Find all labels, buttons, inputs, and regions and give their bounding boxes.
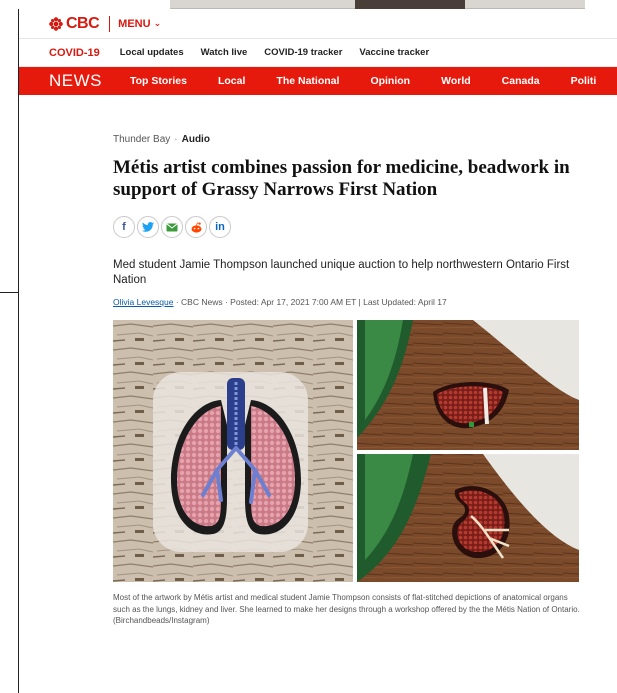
linkedin-icon[interactable]: in bbox=[209, 216, 231, 238]
breadcrumb-dot: · bbox=[174, 134, 178, 145]
covid-bar: COVID-19 Local updates Watch live COVID-… bbox=[19, 39, 617, 67]
menu-label: MENU bbox=[118, 17, 151, 30]
header-separator bbox=[109, 15, 111, 32]
background-window-strip bbox=[170, 0, 585, 9]
nav-canada[interactable]: Canada bbox=[502, 75, 540, 87]
section-link[interactable]: Thunder Bay bbox=[113, 134, 170, 145]
covid-link-local-updates[interactable]: Local updates bbox=[120, 47, 184, 58]
background-divider bbox=[0, 292, 18, 293]
byline: Olivia Levesque · CBC News · Posted: Apr… bbox=[113, 297, 583, 307]
nav-the-national[interactable]: The National bbox=[276, 75, 339, 87]
cbc-gem-icon bbox=[49, 16, 63, 31]
background-window-image bbox=[355, 0, 465, 9]
facebook-icon[interactable]: f bbox=[113, 216, 135, 238]
cbc-header: CBC MENU ⌄ bbox=[19, 9, 617, 39]
share-bar: f in bbox=[113, 216, 583, 238]
covid-link-watch-live[interactable]: Watch live bbox=[201, 47, 248, 58]
beadwork-photo bbox=[113, 320, 579, 582]
covid-link-tracker[interactable]: COVID-19 tracker bbox=[264, 47, 342, 58]
nav-politics[interactable]: Politi bbox=[571, 75, 597, 87]
cbc-logo[interactable]: CBC bbox=[49, 14, 100, 33]
nav-top-stories[interactable]: Top Stories bbox=[130, 75, 187, 87]
nav-world[interactable]: World bbox=[441, 75, 471, 87]
twitter-icon[interactable] bbox=[137, 216, 159, 238]
covid-link-vaccine-tracker[interactable]: Vaccine tracker bbox=[359, 47, 429, 58]
breadcrumb: Thunder Bay · Audio bbox=[113, 134, 583, 145]
nav-local[interactable]: Local bbox=[218, 75, 245, 87]
logo-text: CBC bbox=[66, 14, 100, 32]
reddit-icon[interactable] bbox=[185, 216, 207, 238]
news-label[interactable]: NEWS bbox=[49, 71, 102, 91]
news-nav: NEWS Top Stories Local The National Opin… bbox=[19, 67, 617, 95]
covid-tag: COVID-19 bbox=[49, 46, 100, 59]
email-icon[interactable] bbox=[161, 216, 183, 238]
nav-opinion[interactable]: Opinion bbox=[370, 75, 410, 87]
background-window-edge bbox=[0, 0, 18, 693]
byline-meta: · CBC News · Posted: Apr 17, 2021 7:00 A… bbox=[173, 297, 447, 307]
chevron-down-icon: ⌄ bbox=[153, 18, 162, 28]
audio-label[interactable]: Audio bbox=[182, 134, 210, 145]
article-deck: Med student Jamie Thompson launched uniq… bbox=[113, 259, 570, 286]
article: Thunder Bay · Audio Métis artist combines … bbox=[113, 134, 583, 627]
author-link[interactable]: Olivia Levesque bbox=[113, 297, 173, 307]
lead-image[interactable] bbox=[113, 320, 579, 582]
menu-button[interactable]: MENU ⌄ bbox=[118, 18, 161, 30]
headline: Métis artist combines passion for medici… bbox=[113, 157, 570, 200]
image-caption: Most of the artwork by Métis artist and … bbox=[113, 593, 580, 625]
